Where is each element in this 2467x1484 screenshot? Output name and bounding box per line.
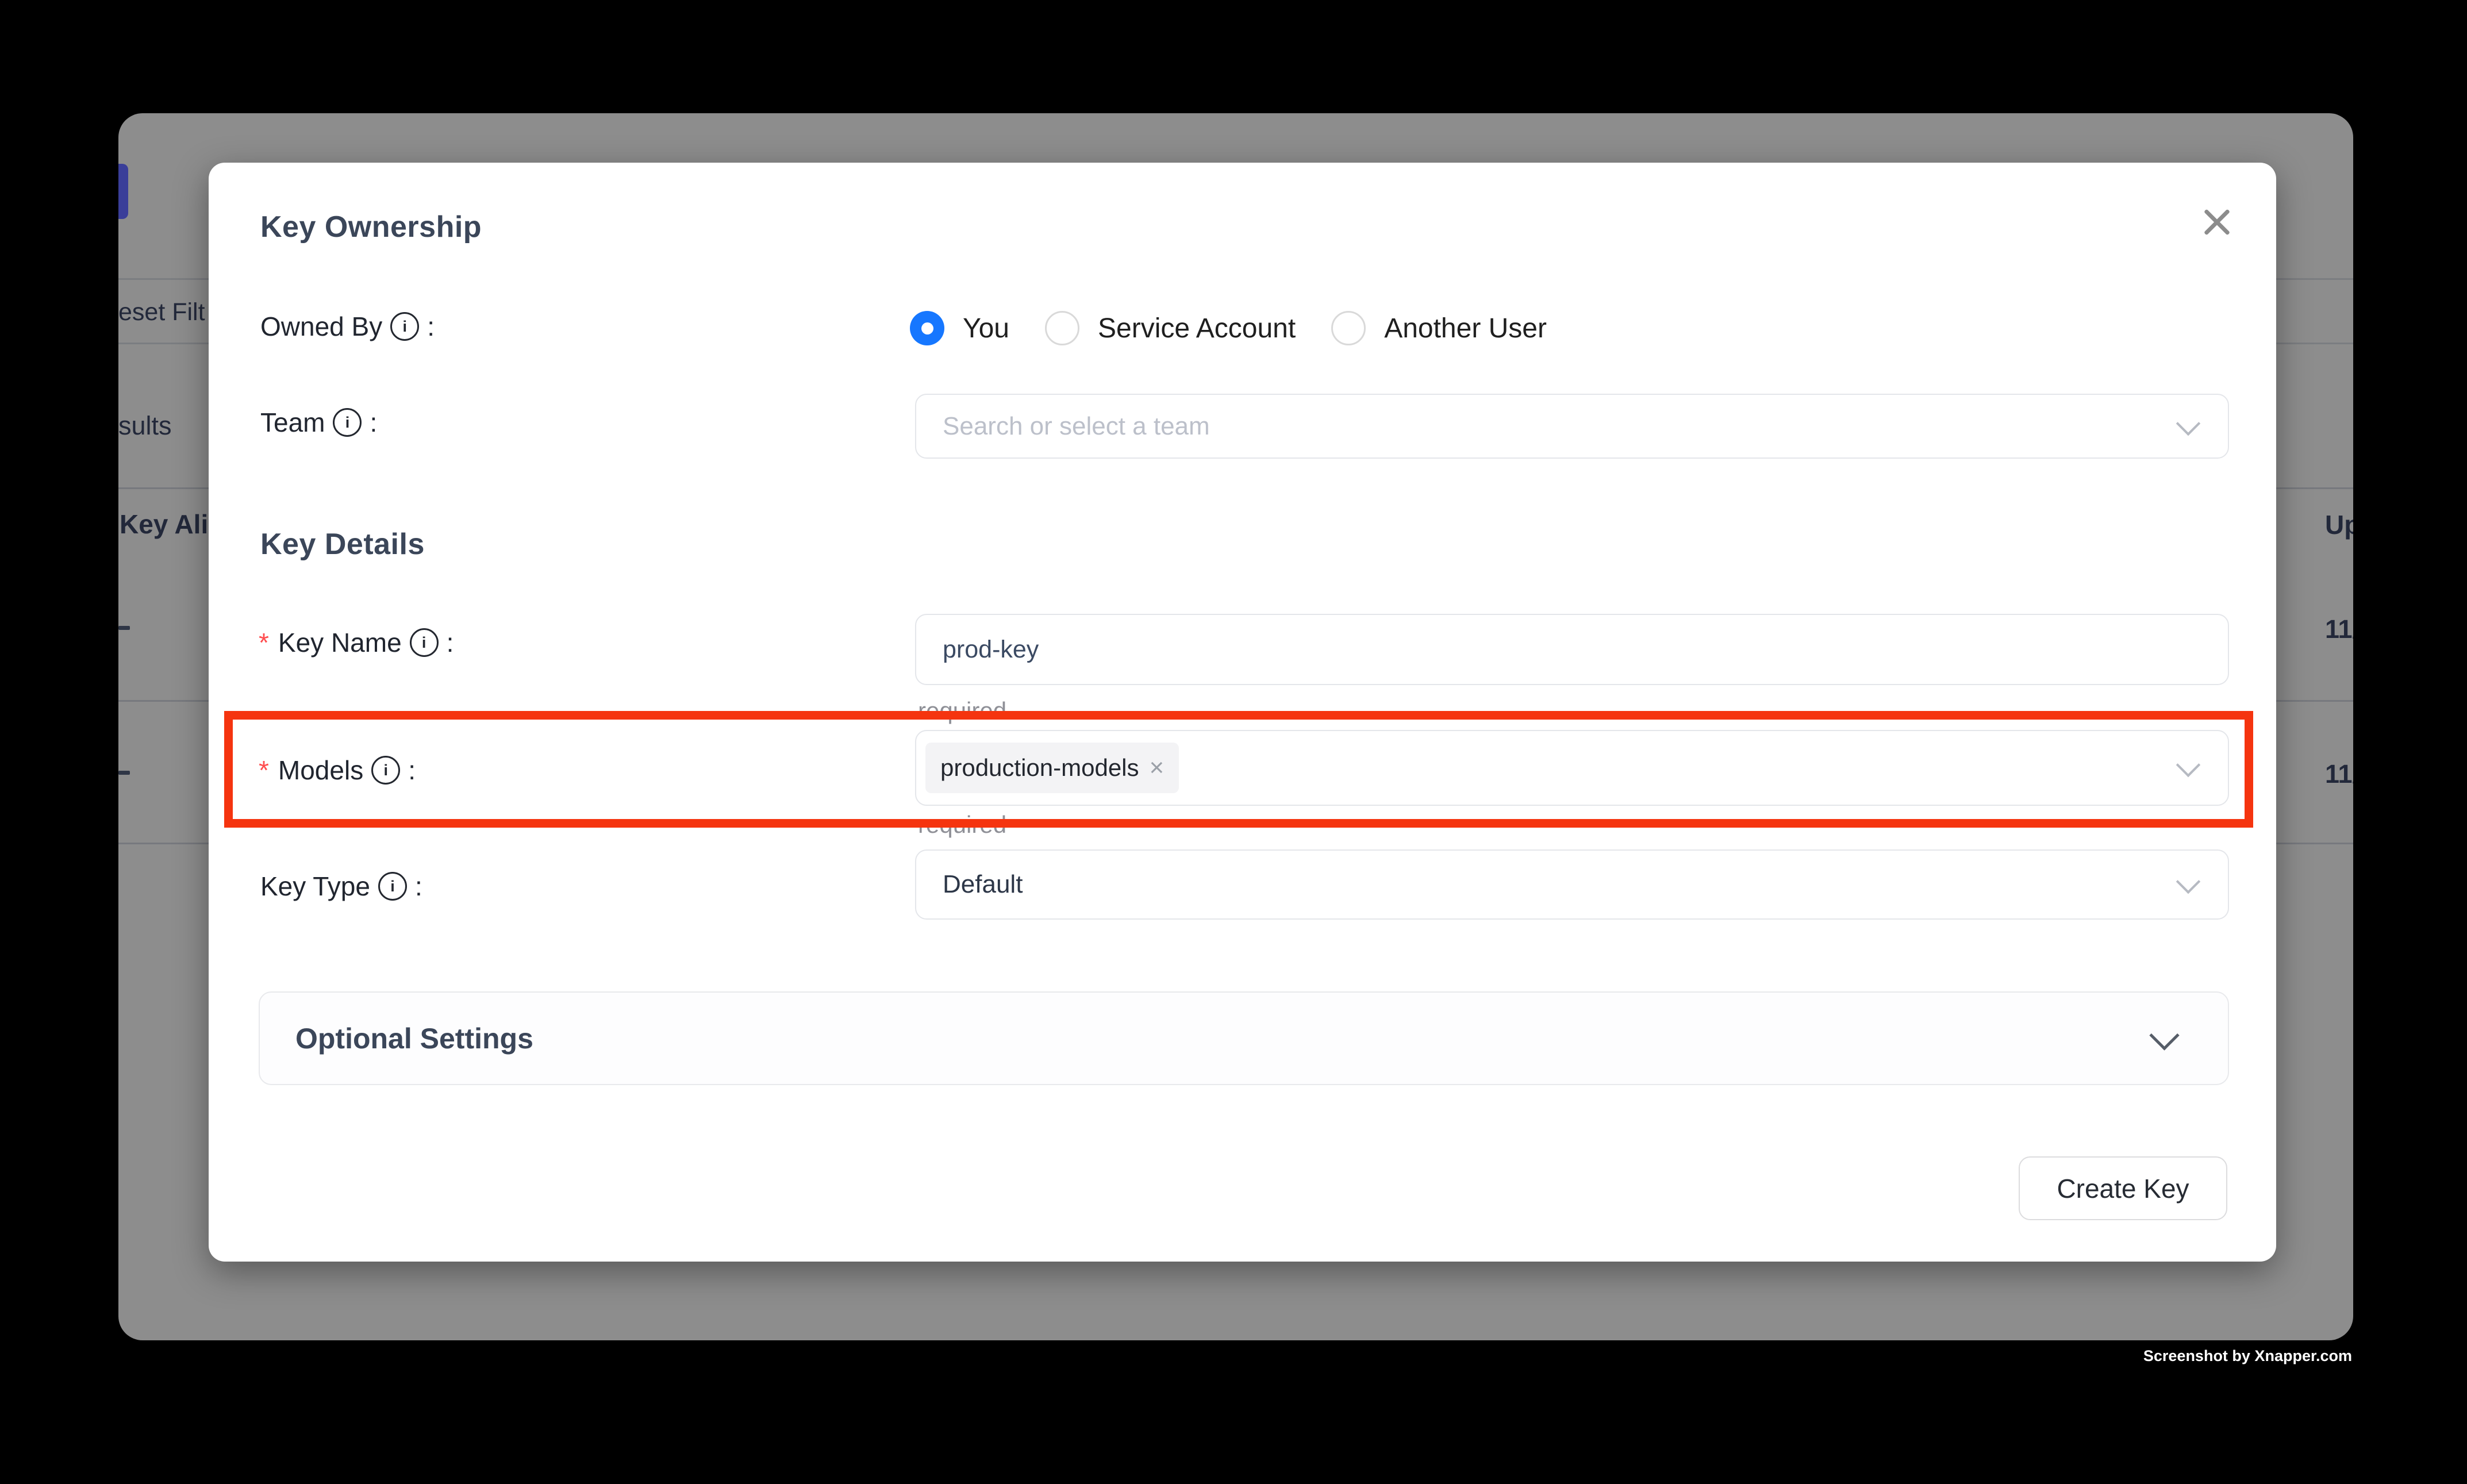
tag-remove-icon[interactable]: × xyxy=(1150,755,1165,781)
results-count-partial: sults xyxy=(118,411,172,441)
models-tag: production-models × xyxy=(925,743,1179,793)
create-key-button[interactable]: Create Key xyxy=(2019,1156,2227,1220)
radio-option-service-account[interactable]: Service Account xyxy=(1045,311,1296,345)
models-select[interactable]: production-models × xyxy=(915,730,2229,806)
watermark-credit: Screenshot by Xnapper.com xyxy=(2143,1347,2352,1365)
info-icon[interactable]: i xyxy=(371,756,400,785)
create-key-button-partial xyxy=(118,164,128,219)
info-icon[interactable]: i xyxy=(390,312,419,341)
optional-settings-section[interactable]: Optional Settings xyxy=(259,991,2229,1085)
column-header-key-alias: Key Alia xyxy=(120,509,223,540)
table-cell-date: 11/ xyxy=(2325,759,2353,789)
required-asterisk: * xyxy=(259,755,269,786)
info-icon[interactable]: i xyxy=(333,408,362,437)
key-type-select[interactable]: Default xyxy=(915,849,2229,920)
radio-unselected-icon[interactable] xyxy=(1331,311,1366,345)
section-title-key-details: Key Details xyxy=(260,527,425,562)
radio-option-you[interactable]: You xyxy=(910,311,1009,345)
table-cell-dash xyxy=(118,771,130,775)
screenshot-stage: eset Filt sults Key Alia Up 11/ 11/ Key … xyxy=(0,0,2467,1484)
models-label: * Models i : xyxy=(259,755,416,786)
key-type-label: Key Type i : xyxy=(260,871,422,902)
key-name-label: * Key Name i : xyxy=(259,627,454,658)
radio-unselected-icon[interactable] xyxy=(1045,311,1079,345)
key-name-value: prod-key xyxy=(916,636,1039,664)
column-header-updated: Up xyxy=(2325,509,2353,540)
section-title-key-ownership: Key Ownership xyxy=(260,210,482,244)
models-required-hint: required xyxy=(918,811,1006,839)
chevron-down-icon xyxy=(2176,870,2200,894)
models-tag-label: production-models xyxy=(940,754,1139,782)
key-type-value: Default xyxy=(916,870,1023,899)
radio-option-another-user[interactable]: Another User xyxy=(1331,311,1547,345)
chevron-down-icon xyxy=(2176,753,2200,777)
table-cell-date: 11/ xyxy=(2325,614,2353,644)
team-select-placeholder: Search or select a team xyxy=(916,412,1210,441)
info-icon[interactable]: i xyxy=(378,872,407,901)
info-icon[interactable]: i xyxy=(410,628,439,657)
owned-by-label: Owned By i : xyxy=(260,311,435,342)
team-select[interactable]: Search or select a team xyxy=(915,394,2229,459)
chevron-down-icon xyxy=(2149,1020,2179,1050)
create-key-modal: Key Ownership Owned By i : You Service A… xyxy=(209,163,2276,1262)
team-label: Team i : xyxy=(260,407,377,438)
key-name-input[interactable]: prod-key xyxy=(915,614,2229,685)
reset-filters-button-partial: eset Filt xyxy=(118,298,205,326)
close-icon[interactable] xyxy=(2203,207,2231,236)
required-asterisk: * xyxy=(259,627,269,658)
chevron-down-icon xyxy=(2176,411,2200,435)
table-cell-dash xyxy=(118,626,130,630)
key-name-required-hint: required xyxy=(918,697,1006,725)
owned-by-radio-group: You Service Account Another User xyxy=(910,311,1547,345)
optional-settings-title: Optional Settings xyxy=(295,1022,533,1055)
radio-selected-icon[interactable] xyxy=(910,311,944,345)
